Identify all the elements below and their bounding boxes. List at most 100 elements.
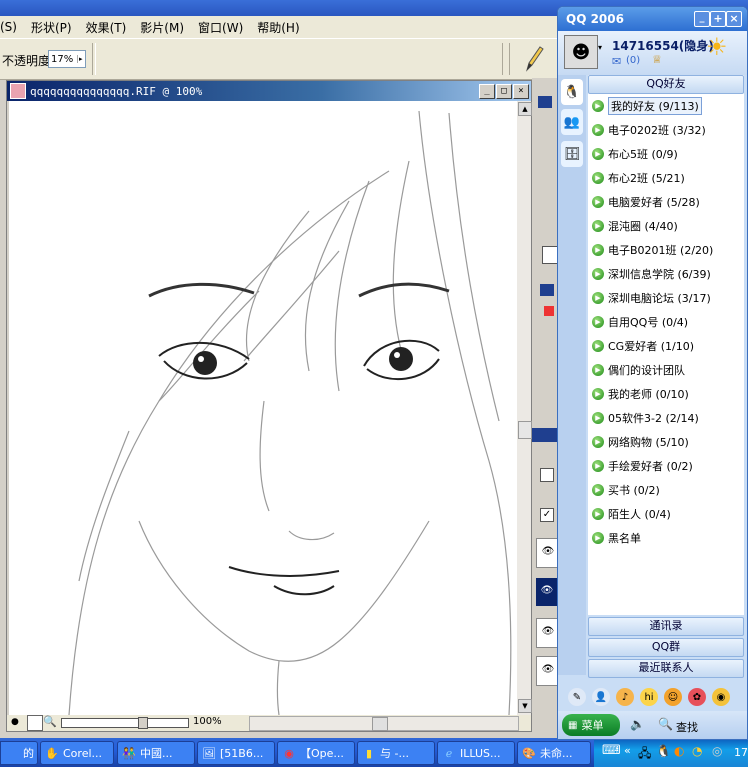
- qq-search-button[interactable]: 查找: [676, 719, 698, 735]
- qq-menu-button[interactable]: ▦ 菜单: [562, 714, 620, 736]
- scroll-thumb[interactable]: [518, 421, 532, 439]
- menu-item-shape[interactable]: 形状(P): [31, 19, 72, 36]
- music-icon[interactable]: ♪: [616, 688, 634, 706]
- tab-contacts[interactable]: 通讯录: [588, 617, 744, 636]
- user-icon[interactable]: 👤: [592, 688, 610, 706]
- speaker-icon[interactable]: 🔈: [630, 717, 645, 731]
- horizontal-scrollbar[interactable]: [249, 716, 519, 731]
- qq-maximize-button[interactable]: +: [710, 11, 726, 27]
- tab-recent-contacts[interactable]: 最近联系人: [588, 659, 744, 678]
- game-icon[interactable]: ✿: [688, 688, 706, 706]
- task-button-51b6[interactable]: 🖼 [51B6...: [197, 741, 275, 765]
- eye-icon-selected[interactable]: 👁: [536, 578, 558, 606]
- hi-icon[interactable]: hi: [640, 688, 658, 706]
- weather-sun-icon[interactable]: ☀: [706, 33, 728, 61]
- hscroll-thumb[interactable]: [372, 717, 388, 731]
- edit-profile-icon[interactable]: ✎: [568, 688, 586, 706]
- tray-app-icon-2[interactable]: ◔: [692, 744, 702, 758]
- clock[interactable]: 17: [734, 746, 748, 759]
- tray-expand-icon[interactable]: «: [624, 744, 631, 757]
- qq-close-button[interactable]: ×: [726, 11, 742, 27]
- hand-tool-icon[interactable]: [27, 715, 43, 731]
- qzone-icon[interactable]: ♕: [652, 53, 662, 66]
- qq-minimize-button[interactable]: _: [694, 11, 710, 27]
- task-button-zhongguo[interactable]: 👫 中國...: [117, 741, 195, 765]
- search-icon[interactable]: 🔍: [658, 717, 673, 731]
- zoom-slider[interactable]: [61, 717, 189, 729]
- friend-group-row[interactable]: ▶ 陌生人 (0/4): [588, 502, 744, 526]
- drawing-canvas[interactable]: [9, 101, 517, 715]
- friend-group-row[interactable]: ▶ 黑名单: [588, 526, 744, 550]
- tray-app-icon[interactable]: ◐: [674, 744, 684, 758]
- friend-group-row[interactable]: ▶ 买书 (0/2): [588, 478, 744, 502]
- group-tab-icon[interactable]: 👥: [561, 109, 583, 135]
- friend-group-row[interactable]: ▶ CG爱好者 (1/10): [588, 334, 744, 358]
- task-button-corel[interactable]: ✋ Corel...: [40, 741, 114, 765]
- keyboard-icon[interactable]: ⌨: [602, 743, 621, 758]
- navigator-icon[interactable]: ●: [11, 717, 19, 727]
- status-dropdown-icon[interactable]: ▾: [598, 43, 602, 52]
- qq-penguin-tab-icon[interactable]: 🐧: [561, 79, 583, 105]
- menu-item-window[interactable]: 窗口(W): [198, 19, 243, 36]
- minimize-button[interactable]: _: [479, 83, 495, 99]
- expand-arrow-icon: ▶: [592, 460, 604, 472]
- friend-group-row[interactable]: ▶ 混沌圈 (4/40): [588, 214, 744, 238]
- tab-qq-groups[interactable]: QQ群: [588, 638, 744, 657]
- app-icon: [4, 745, 20, 761]
- vertical-scrollbar[interactable]: ▲ ▼: [517, 101, 532, 715]
- qq-penguin-icon[interactable]: 🐧: [656, 744, 671, 758]
- friend-group-row[interactable]: ▶ 我的老师 (0/10): [588, 382, 744, 406]
- maximize-button[interactable]: □: [496, 83, 512, 99]
- friend-group-row[interactable]: ▶ 布心2班 (5/21): [588, 166, 744, 190]
- menu-item-effects[interactable]: 效果(T): [86, 19, 127, 36]
- pencil-icon[interactable]: [518, 43, 548, 73]
- friend-group-label: 深圳信息学院 (6/39): [608, 268, 711, 281]
- radio-icon[interactable]: ◉: [712, 688, 730, 706]
- task-button-illus[interactable]: ℯ ILLUS...: [437, 741, 515, 765]
- friend-group-row[interactable]: ▶ 网络购物 (5/10): [588, 430, 744, 454]
- docker-tab-icon-2[interactable]: [540, 284, 554, 296]
- menu-item-movie[interactable]: 影片(M): [140, 19, 184, 36]
- layer-checkbox-checked[interactable]: ✓: [540, 508, 554, 522]
- friend-group-row[interactable]: ▶ 深圳信息学院 (6/39): [588, 262, 744, 286]
- chat-icon: ▮: [365, 746, 373, 760]
- close-button[interactable]: ×: [513, 83, 529, 99]
- qq-friend-list: QQ好友 ▶ 我的好友 (9/113) ▶ 电子0202班 (3/32) ▶ 布心5班 (…: [588, 75, 744, 615]
- toolbar-separator: [92, 43, 96, 75]
- zoom-tool-icon[interactable]: 🔍: [43, 715, 57, 728]
- mail-icon[interactable]: ✉: [612, 55, 621, 68]
- docker-color[interactable]: [544, 306, 554, 316]
- friend-group-row[interactable]: ▶ 电子0202班 (3/32): [588, 118, 744, 142]
- friend-group-row[interactable]: ▶ 深圳电脑论坛 (3/17): [588, 286, 744, 310]
- friend-group-row[interactable]: ▶ 05软件3-2 (2/14): [588, 406, 744, 430]
- avatar[interactable]: ☻: [564, 35, 598, 69]
- tray-app-icon-3[interactable]: ◎: [712, 744, 722, 758]
- zoom-slider-thumb[interactable]: [138, 717, 148, 729]
- corel-icon: ✋: [45, 746, 59, 760]
- qq-friends-header[interactable]: QQ好友: [588, 75, 744, 94]
- docker-tab-icon[interactable]: [538, 96, 552, 108]
- friend-group-row[interactable]: ▶ 手绘爱好者 (0/2): [588, 454, 744, 478]
- task-button-untitled[interactable]: 🎨 未命...: [517, 741, 591, 765]
- task-button-opera[interactable]: ◉ 【Ope...: [277, 741, 355, 765]
- friend-group-row[interactable]: ▶ 电脑爱好者 (5/28): [588, 190, 744, 214]
- expand-arrow-icon: ▶: [592, 412, 604, 424]
- friend-group-row[interactable]: ▶ 偶们的设计团队: [588, 358, 744, 382]
- tools-tab-icon[interactable]: 🗄: [561, 141, 583, 167]
- task-button-chat[interactable]: ▮ 与 -...: [357, 741, 435, 765]
- scroll-up-arrow-icon[interactable]: ▲: [518, 102, 532, 116]
- scroll-down-arrow-icon[interactable]: ▼: [518, 699, 532, 713]
- layer-checkbox[interactable]: [540, 468, 554, 482]
- friend-group-row[interactable]: ▶ 我的好友 (9/113): [588, 94, 744, 118]
- menu-item-s[interactable]: (S): [0, 20, 17, 34]
- pet-icon[interactable]: ☺: [664, 688, 682, 706]
- task-button-0[interactable]: 的: [0, 741, 38, 765]
- opacity-combo[interactable]: 17% ▸: [48, 50, 86, 68]
- network-icon[interactable]: 🖧: [638, 744, 651, 765]
- expand-arrow-icon: ▶: [592, 364, 604, 376]
- friend-group-row[interactable]: ▶ 布心5班 (0/9): [588, 142, 744, 166]
- mail-count[interactable]: (0): [626, 55, 640, 66]
- menu-item-help[interactable]: 帮助(H): [257, 19, 299, 36]
- friend-group-row[interactable]: ▶ 自用QQ号 (0/4): [588, 310, 744, 334]
- friend-group-row[interactable]: ▶ 电子B0201班 (2/20): [588, 238, 744, 262]
